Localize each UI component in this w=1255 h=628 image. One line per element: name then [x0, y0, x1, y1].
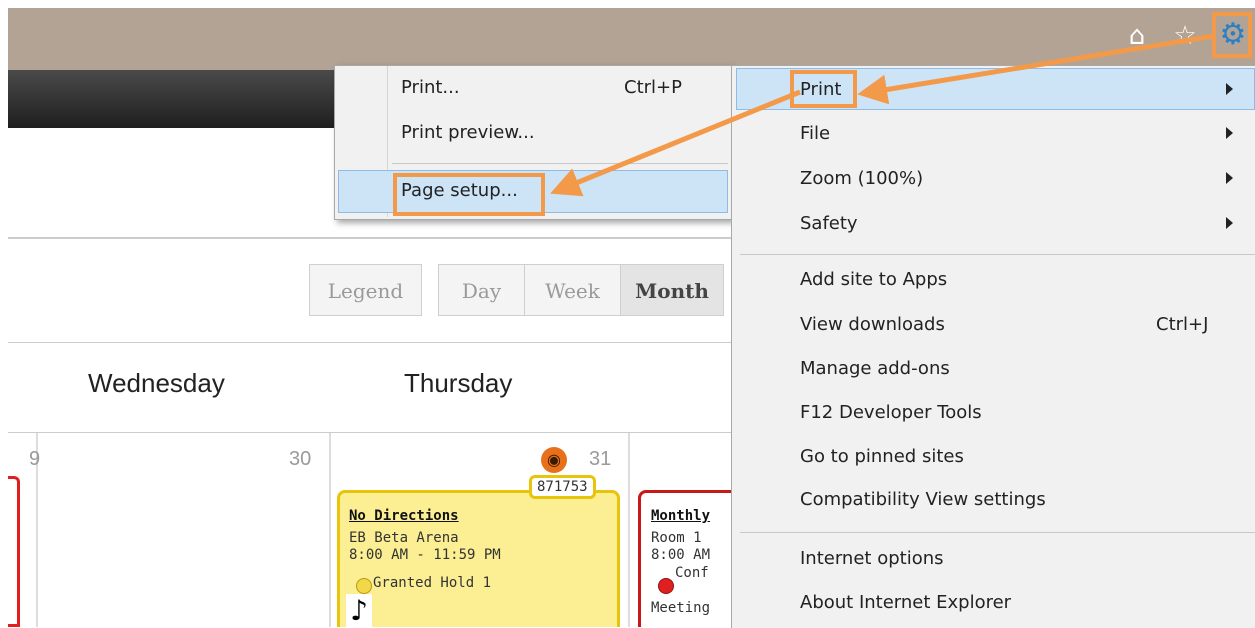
arrow-gear-to-print: [857, 33, 1215, 105]
annotation-arrows: [550, 33, 1215, 197]
arrow-print-to-page-setup: [550, 89, 801, 197]
